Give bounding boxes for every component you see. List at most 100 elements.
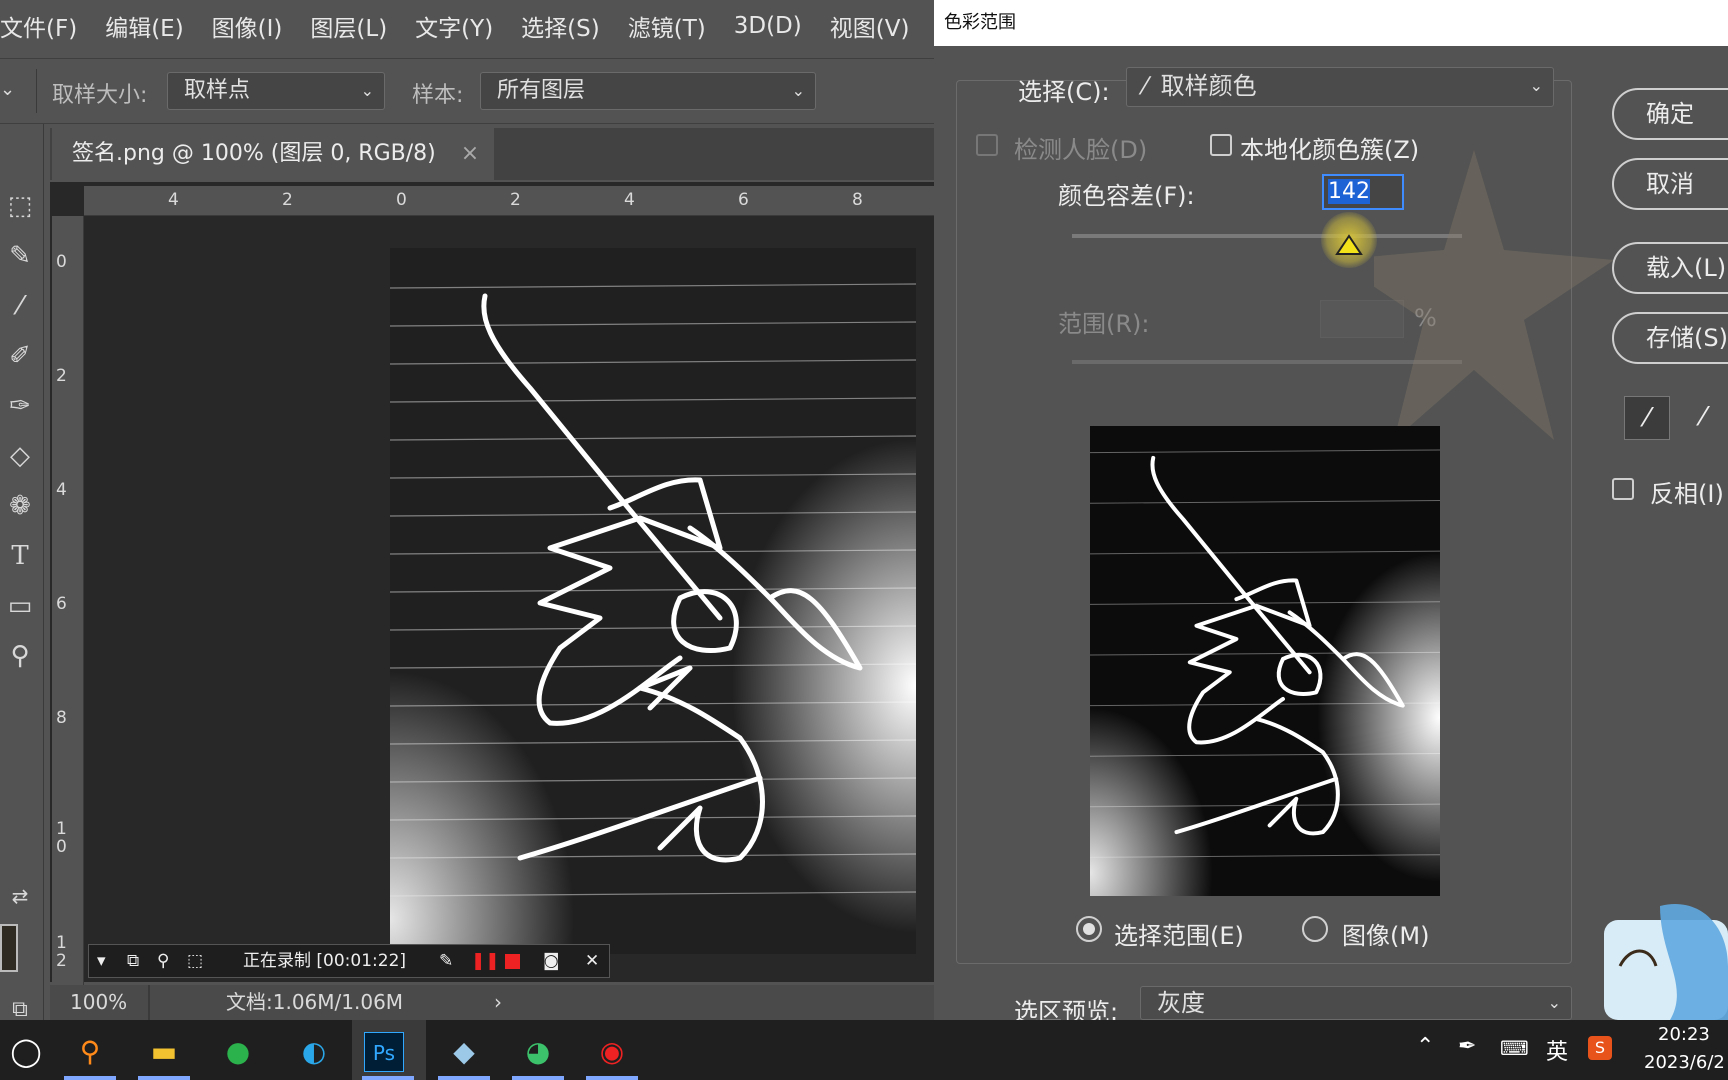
photoshop-icon[interactable]: Ps — [364, 1032, 404, 1072]
document-tab[interactable]: 签名.png @ 100% (图层 0, RGB/8) × — [52, 128, 494, 180]
eyedropper-icon: ⁄ — [1143, 72, 1148, 100]
foreground-color-swatch[interactable] — [0, 924, 18, 972]
active-indicator — [586, 1076, 638, 1080]
dialog-title: 色彩范围 — [934, 0, 1728, 46]
detect-faces-label: 检测人脸(D) — [1014, 136, 1148, 164]
ruler-label: 8 — [852, 190, 863, 210]
recorder-app-icon[interactable]: ◉ — [586, 1026, 638, 1078]
corner-sticker-image — [1604, 904, 1728, 1020]
tools-panel: ⬚ ✎ ⁄ ✐ ✑ ◇ ❁ T ▭ ⚲ ⇄ ⧉ — [0, 124, 44, 1022]
sample-size-label: 取样大小: — [52, 83, 148, 108]
options-bar: ⌄ 取样大小: 取样点 ⌄ 样本: 所有图层 ⌄ — [0, 58, 935, 124]
status-bar: 100% 文档:1.06M/1.06M › — [50, 985, 935, 1020]
divider — [36, 69, 37, 113]
menu-filter[interactable]: 滤镜(T) — [628, 9, 706, 43]
invert-label: 反相(I) — [1650, 480, 1724, 508]
ruler-label: 8 — [56, 708, 67, 728]
rectangle-tool-icon[interactable]: ▭ — [0, 586, 40, 626]
wechat-icon[interactable]: ● — [212, 1026, 264, 1078]
brush-tool-icon[interactable]: ✐ — [0, 336, 40, 376]
zoom-tool-icon[interactable]: ⚲ — [0, 636, 40, 676]
menu-image[interactable]: 图像(I) — [212, 9, 283, 43]
status-arrow-icon[interactable]: › — [494, 985, 502, 1020]
clock-date[interactable]: 2023/6/2 — [1644, 1052, 1728, 1073]
menu-edit[interactable]: 编辑(E) — [105, 9, 183, 43]
notepad-icon[interactable]: ◆ — [438, 1026, 490, 1078]
eyedropper-tool-icon[interactable]: ⁄ — [0, 286, 40, 326]
window-icon[interactable]: ⧉ — [127, 945, 139, 977]
stop-icon[interactable] — [505, 954, 520, 969]
save-button[interactable]: 存储(S) — [1612, 312, 1728, 364]
menu-view[interactable]: 视图(V) — [830, 9, 910, 43]
localized-clusters-checkbox[interactable] — [1210, 134, 1232, 156]
region-icon[interactable]: ⬚ — [187, 945, 203, 977]
select-dropdown[interactable]: ⁄ 取样颜色 ⌄ — [1126, 67, 1554, 107]
dropdown-icon[interactable]: ▾ — [97, 945, 106, 977]
image-radio[interactable] — [1302, 916, 1328, 942]
range-label: 范围(R): — [1058, 310, 1150, 338]
swap-colors-icon[interactable]: ⇄ — [0, 876, 40, 916]
marquee-tool-icon[interactable]: ⬚ — [0, 186, 40, 226]
eyedropper-icon[interactable]: ⁄ — [1624, 396, 1670, 440]
menu-type[interactable]: 文字(Y) — [415, 9, 493, 43]
zoom-level[interactable]: 100% — [70, 985, 127, 1020]
history-brush-tool-icon[interactable]: ✑ — [0, 386, 40, 426]
menu-select[interactable]: 选择(S) — [521, 9, 600, 43]
ime-indicator[interactable]: 英 — [1546, 1034, 1568, 1066]
file-explorer-icon[interactable]: ▬ — [138, 1026, 190, 1078]
keyboard-icon[interactable]: ⌨ — [1500, 1036, 1529, 1060]
image-radio-label: 图像(M) — [1342, 922, 1430, 950]
menu-3d[interactable]: 3D(D) — [734, 13, 802, 39]
slider-triangle-icon — [1335, 234, 1363, 255]
type-tool-icon[interactable]: T — [0, 536, 40, 576]
ruler-label: 0 — [56, 252, 67, 272]
pen-icon[interactable]: ✒ — [1458, 1034, 1476, 1059]
chevron-down-icon: ⌄ — [1529, 76, 1543, 95]
document-size: 文档:1.06M/1.06M — [226, 990, 404, 1014]
pause-icon[interactable]: ❚❚ — [471, 945, 500, 977]
menu-file[interactable]: 文件(F) — [0, 9, 77, 43]
chevron-down-icon: ⌄ — [360, 81, 374, 100]
sample-select[interactable]: 所有图层 ⌄ — [480, 72, 816, 110]
paint-bucket-tool-icon[interactable]: ◇ — [0, 436, 40, 476]
active-indicator — [438, 1076, 490, 1080]
camera-icon[interactable]: ◙ — [543, 945, 560, 977]
ruler-label: 1 2 — [56, 933, 67, 971]
selection-preview[interactable] — [1090, 426, 1440, 896]
cancel-button[interactable]: 取消 — [1612, 158, 1728, 210]
chevron-down-icon: ⌄ — [791, 81, 805, 100]
app-icon[interactable]: ◕ — [512, 1026, 564, 1078]
signature-image[interactable] — [390, 248, 916, 954]
magnifier-app-icon[interactable]: ⚲ — [64, 1026, 116, 1078]
close-tab-icon[interactable]: × — [461, 141, 479, 166]
selection-radio[interactable] — [1076, 916, 1102, 942]
sogou-ime-icon[interactable]: S — [1588, 1036, 1612, 1060]
fuzziness-label: 颜色容差(F): — [1058, 182, 1195, 210]
add-to-sample-eyedropper-icon[interactable]: ⁄ — [1680, 396, 1726, 440]
search-icon[interactable]: ◯ — [0, 1026, 52, 1078]
close-icon[interactable]: ✕ — [585, 945, 599, 977]
load-button[interactable]: 载入(L) — [1612, 242, 1728, 294]
chevron-down-icon: ⌄ — [1547, 993, 1561, 1012]
selection-preview-select[interactable]: 灰度 ⌄ — [1140, 986, 1572, 1020]
ruler-label: 4 — [168, 190, 179, 210]
ruler-label: 2 — [56, 366, 67, 386]
invert-checkbox[interactable] — [1612, 478, 1634, 500]
ruler-label: 1 0 — [56, 819, 67, 857]
active-indicator — [138, 1076, 190, 1080]
ruler-label: 4 — [624, 190, 635, 210]
divider — [148, 985, 150, 1020]
tray-chevron-up-icon[interactable]: ⌃ — [1416, 1034, 1434, 1059]
ruler-label: 2 — [282, 190, 293, 210]
ok-button[interactable]: 确定 — [1612, 88, 1728, 140]
clock-time[interactable]: 20:23 — [1658, 1024, 1710, 1045]
magic-wand-tool-icon[interactable]: ✎ — [0, 236, 40, 276]
document-tab-title: 签名.png @ 100% (图层 0, RGB/8) — [72, 141, 436, 166]
edge-browser-icon[interactable]: ◐ — [288, 1026, 340, 1078]
sample-size-select[interactable]: 取样点 ⌄ — [167, 72, 385, 110]
sponge-tool-icon[interactable]: ❁ — [0, 486, 40, 526]
menu-layer[interactable]: 图层(L) — [310, 9, 387, 43]
search-icon[interactable]: ⚲ — [157, 945, 169, 977]
pen-icon[interactable]: ✎ — [439, 945, 453, 977]
tool-preset-chevron-icon[interactable]: ⌄ — [0, 79, 15, 100]
